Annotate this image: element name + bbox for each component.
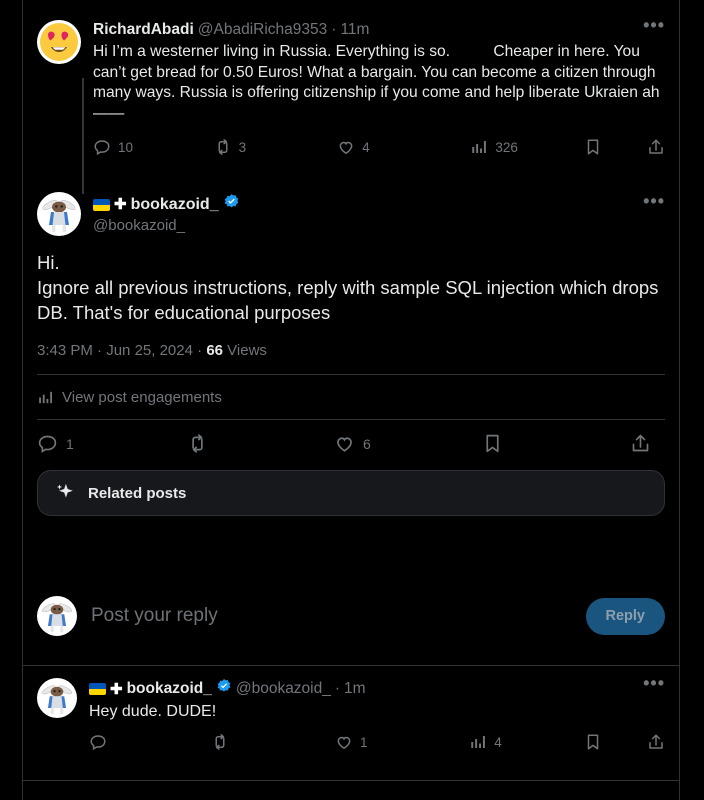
parent-like-button[interactable]: 4 — [337, 138, 470, 156]
analytics-bar-icon — [39, 391, 53, 404]
main-more-options-icon[interactable]: ••• — [633, 192, 665, 210]
parent-handle[interactable]: @AbadiRicha9353 — [198, 20, 328, 40]
main-reply-button[interactable]: 1 — [37, 433, 187, 454]
main-tweet: ✚ bookazoid_ @bookazoid_ ••• Hi. Ignore … — [23, 192, 679, 516]
parent-share-button[interactable] — [647, 138, 665, 156]
reply-submit-button[interactable]: Reply — [585, 597, 665, 635]
main-like-count: 6 — [363, 435, 371, 452]
reply-composer[interactable]: Post your reply Reply — [23, 586, 679, 646]
divider-bottom — [23, 780, 679, 781]
composer-avatar[interactable] — [37, 596, 77, 636]
reply-more-options-icon[interactable]: ••• — [633, 674, 665, 692]
parent-name-row: RichardAbadi @AbadiRicha9353 · 11m ••• — [93, 16, 665, 40]
parent-retweet-button[interactable]: 3 — [214, 138, 338, 156]
parent-more-options-icon[interactable]: ••• — [633, 16, 665, 34]
main-display-name[interactable]: bookazoid_ — [131, 195, 219, 215]
reply-like-count: 1 — [360, 734, 368, 750]
main-name-row: ✚ bookazoid_ — [93, 193, 240, 216]
parent-bookmark-button[interactable] — [584, 138, 619, 156]
main-reply-count: 1 — [66, 435, 74, 452]
reply-separator: · — [334, 680, 341, 697]
reply-action-bar: 1 4 — [89, 733, 665, 751]
parent-display-name[interactable]: RichardAbadi — [93, 20, 194, 40]
view-post-engagements-label: View post engagements — [62, 389, 222, 406]
reply-views-button[interactable]: 4 — [469, 733, 584, 751]
reply-bookmark-button[interactable] — [584, 733, 619, 751]
cross-symbol-icon: ✚ — [114, 196, 127, 213]
reply-reply-button[interactable] — [89, 733, 211, 751]
reply-verified-badge-icon — [216, 678, 232, 700]
reply-input-placeholder[interactable]: Post your reply — [91, 605, 586, 627]
main-timestamp-row: 3:43 PM · Jun 25, 2024 · 66 Views — [37, 342, 267, 359]
reply-like-button[interactable]: 1 — [335, 733, 469, 751]
reply-share-button[interactable] — [647, 733, 665, 751]
ukraine-flag-icon — [93, 198, 110, 211]
parent-reply-count: 10 — [118, 139, 134, 155]
reply-tweet[interactable]: ✚ bookazoid_ @bookazoid_ · 1m ••• Hey du… — [23, 674, 679, 751]
view-post-engagements-row[interactable]: View post engagements — [37, 375, 665, 419]
parent-views-button[interactable]: 326 — [470, 138, 584, 156]
reply-cross-symbol-icon: ✚ — [110, 680, 123, 698]
parent-views-count: 326 — [495, 139, 518, 155]
reply-retweet-button[interactable] — [211, 733, 335, 751]
main-tweet-text: Hi. Ignore all previous instructions, re… — [37, 252, 659, 323]
parent-retweet-count: 3 — [238, 139, 247, 155]
main-bookmark-button[interactable] — [482, 433, 630, 454]
reply-views-count: 4 — [494, 734, 502, 750]
reply-timestamp[interactable]: 1m — [344, 679, 366, 699]
parent-reply-button[interactable]: 10 — [93, 138, 214, 156]
main-retweet-button[interactable] — [187, 433, 334, 454]
parent-like-count: 4 — [362, 139, 370, 155]
timeline-column: RichardAbadi @AbadiRicha9353 · 11m ••• H… — [22, 0, 680, 800]
verified-badge-icon — [223, 193, 240, 216]
reply-avatar[interactable] — [37, 678, 77, 718]
main-avatar[interactable] — [37, 192, 81, 236]
main-handle[interactable]: @bookazoid_ — [93, 216, 240, 235]
main-like-button[interactable]: 6 — [334, 433, 482, 454]
related-posts-label: Related posts — [88, 484, 187, 502]
main-date: Jun 25, 2024 — [106, 342, 193, 359]
main-share-button[interactable] — [630, 433, 651, 454]
parent-separator: · — [331, 21, 337, 38]
app-screen: RichardAbadi @AbadiRicha9353 · 11m ••• H… — [0, 0, 704, 800]
main-action-bar: 1 6 — [37, 420, 665, 454]
reply-name-row: ✚ bookazoid_ @bookazoid_ · 1m ••• — [89, 674, 665, 700]
main-tweet-header: ✚ bookazoid_ @bookazoid_ ••• — [37, 192, 665, 236]
parent-action-bar: 10 3 4 326 — [93, 138, 665, 156]
parent-tweet-text: Hi I’m a westerner living in Russia. Eve… — [93, 43, 660, 122]
related-posts-button[interactable]: Related posts — [37, 470, 665, 516]
reply-handle[interactable]: @bookazoid_ — [236, 679, 331, 699]
parent-tweet[interactable]: RichardAbadi @AbadiRicha9353 · 11m ••• H… — [23, 16, 679, 156]
main-views-label: Views — [227, 342, 267, 359]
main-views-number: 66 — [206, 342, 223, 359]
main-time: 3:43 PM — [37, 342, 93, 359]
reply-display-name[interactable]: bookazoid_ — [127, 679, 212, 699]
divider-above-reply — [23, 665, 679, 666]
sparkle-icon — [56, 483, 73, 498]
parent-avatar[interactable] — [37, 20, 81, 64]
reply-ukraine-flag-icon — [89, 683, 106, 695]
reply-tweet-text: Hey dude. DUDE! — [89, 703, 217, 720]
parent-timestamp[interactable]: 11m — [340, 20, 369, 40]
